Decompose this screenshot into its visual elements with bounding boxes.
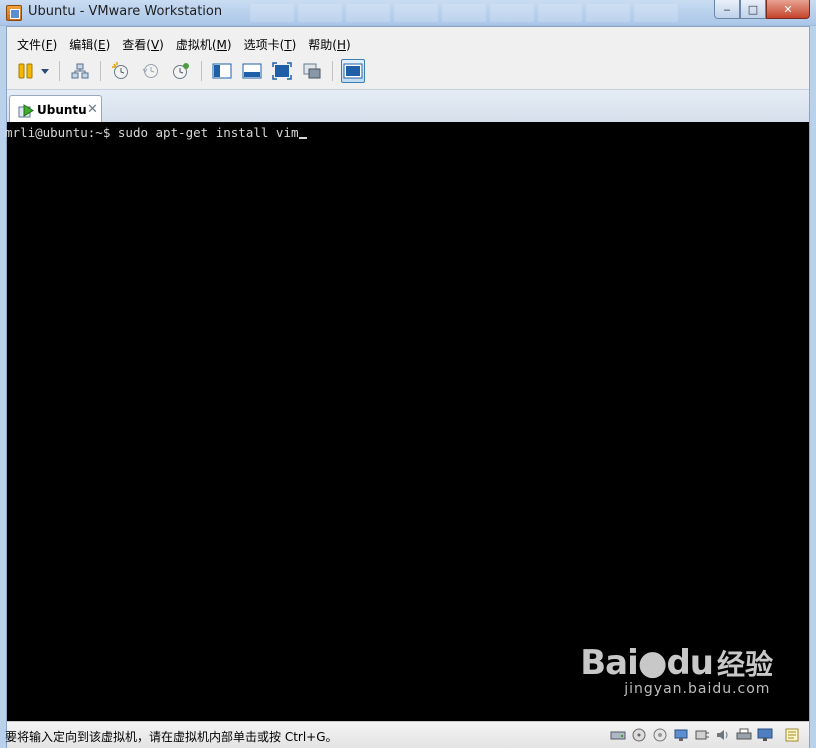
status-message: 要将输入定向到该虚拟机，请在虚拟机内部单击或按 Ctrl+G。: [5, 730, 338, 744]
paw-icon: ●: [637, 643, 668, 683]
unity-icon: [303, 63, 321, 79]
shell-command: sudo apt-get install vim: [117, 125, 299, 140]
toolbar: [7, 56, 809, 86]
menu-bar: 文件(F) 编辑(E) 查看(V) 虚拟机(M) 选项卡(T) 帮助(H): [7, 33, 357, 55]
snapshot-take-icon: [112, 62, 128, 79]
status-bar: 要将输入定向到该虚拟机，请在虚拟机内部单击或按 Ctrl+G。: [5, 721, 809, 748]
sound-icon[interactable]: [714, 727, 732, 742]
printer-icon[interactable]: [735, 727, 753, 742]
power-pause-button[interactable]: [14, 59, 38, 83]
vmware-app-icon[interactable]: [6, 5, 22, 21]
vm-running-icon: [18, 104, 34, 118]
usb-icon[interactable]: [693, 727, 711, 742]
power-pause-icon: [18, 63, 33, 79]
message-log-icon[interactable]: [783, 727, 801, 742]
main-window-frame: 文件(F) 编辑(E) 查看(V) 虚拟机(M) 选项卡(T) 帮助(H) Ub…: [5, 26, 810, 748]
maximize-icon: □: [747, 2, 759, 16]
show-console-icon: [212, 63, 232, 79]
snapshot-manager-button[interactable]: [169, 59, 193, 83]
vm-console[interactable]: mrli@ubuntu:~$ sudo apt-get install vim: [5, 122, 809, 721]
menu-view[interactable]: 查看(V): [116, 33, 170, 55]
console-view-icon: [343, 63, 363, 79]
minimize-icon: ‒: [723, 2, 731, 16]
minimize-button[interactable]: ‒: [714, 0, 740, 19]
full-screen-button[interactable]: [270, 59, 294, 83]
window-controls: ‒ □ ✕: [714, 0, 810, 20]
network-adapter-icon[interactable]: [672, 727, 690, 742]
floppy-icon[interactable]: [651, 727, 669, 742]
show-console-button[interactable]: [210, 59, 234, 83]
window-title: Ubuntu - VMware Workstation: [28, 4, 223, 19]
full-screen-icon: [272, 62, 292, 80]
display-icon[interactable]: [756, 727, 774, 742]
close-button[interactable]: ✕: [766, 0, 810, 19]
revert-snapshot-button[interactable]: [139, 59, 163, 83]
toolbar-separator: [100, 61, 101, 81]
network-icon: [71, 63, 89, 79]
hard-disk-icon[interactable]: [609, 727, 627, 742]
toolbar-separator: [201, 61, 202, 81]
window-titlebar[interactable]: Ubuntu - VMware Workstation ‒ □ ✕: [0, 0, 816, 26]
shell-prompt: mrli@ubuntu:~$: [5, 125, 118, 140]
console-view-button[interactable]: [341, 59, 365, 83]
cd-dvd-icon[interactable]: [630, 727, 648, 742]
snapshot-manager-icon: [173, 63, 189, 79]
power-dropdown-button[interactable]: [39, 59, 51, 83]
menu-tabs[interactable]: 选项卡(T): [238, 33, 303, 55]
tab-label: Ubuntu: [37, 103, 87, 117]
menu-help[interactable]: 帮助(H): [302, 33, 356, 55]
fit-guest-button[interactable]: [240, 59, 264, 83]
watermark-logo-du: du: [666, 643, 714, 683]
console-line: mrli@ubuntu:~$ sudo apt-get install vim: [5, 125, 307, 140]
menu-edit[interactable]: 编辑(E): [63, 33, 116, 55]
watermark-cn: 经验: [716, 648, 773, 681]
dropdown-arrow-icon: [41, 69, 49, 74]
watermark-logo-bai: Bai: [580, 643, 639, 683]
snapshot-revert-icon: [142, 64, 158, 78]
menu-vm[interactable]: 虚拟机(M): [170, 33, 238, 55]
close-icon: ✕: [783, 2, 793, 16]
menu-file[interactable]: 文件(F): [11, 33, 63, 55]
device-status-icons: [609, 727, 801, 742]
baidu-jingyan-watermark: Bai●du 经验 jingyan.baidu.com: [580, 643, 773, 697]
unity-button[interactable]: [300, 59, 324, 83]
toolbar-separator: [59, 61, 60, 81]
tab-close-icon[interactable]: ✕: [87, 102, 98, 117]
take-snapshot-button[interactable]: [109, 59, 133, 83]
network-button[interactable]: [68, 59, 92, 83]
fit-guest-icon: [242, 63, 262, 79]
maximize-button[interactable]: □: [740, 0, 766, 19]
toolbar-separator: [332, 61, 333, 81]
tab-ubuntu[interactable]: Ubuntu ✕: [9, 95, 102, 124]
text-cursor: [298, 137, 307, 139]
taskbar-ghost-background: [250, 4, 700, 24]
watermark-url: jingyan.baidu.com: [624, 681, 771, 697]
vm-tab-strip: Ubuntu ✕: [7, 89, 809, 124]
